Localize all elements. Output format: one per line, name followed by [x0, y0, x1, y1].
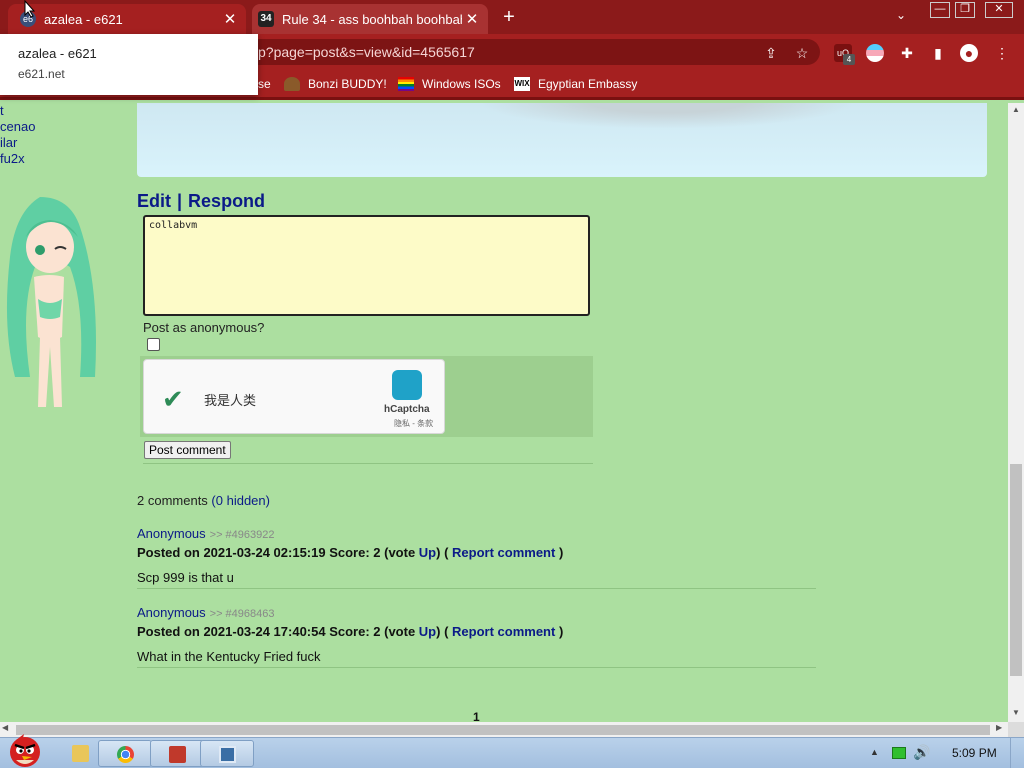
tag-link[interactable]: t	[0, 103, 35, 119]
comment-meta: Posted on 2021-03-24 02:15:19 Score: 2 (…	[137, 545, 564, 560]
comment-id[interactable]: >> #4963922	[210, 529, 275, 541]
show-desktop-button[interactable]	[1010, 738, 1024, 768]
close-icon[interactable]: ✕	[462, 10, 482, 28]
bookmark-star-icon[interactable]: ☆	[793, 44, 811, 62]
anonymous-checkbox[interactable]	[147, 338, 160, 351]
checkmark-icon[interactable]: ✔	[162, 384, 184, 415]
hidden-comments-link[interactable]: (0 hidden)	[211, 493, 270, 508]
hover-card-url: e621.net	[18, 67, 65, 81]
scrollbar-thumb[interactable]	[16, 725, 990, 735]
tag-link[interactable]: fu2x	[0, 151, 35, 167]
taskbar-clock[interactable]: 5:09 PM	[952, 746, 997, 760]
explorer-icon	[72, 745, 89, 762]
hcaptcha-widget[interactable]: ✔ 我是人类 hCaptcha 隐私 - 条款	[143, 359, 445, 434]
scroll-up-arrow-icon[interactable]: ▲	[1008, 103, 1024, 117]
taskbar: ▲ 🔊 5:09 PM	[0, 734, 1024, 768]
window-close-button[interactable]: ✕	[985, 2, 1013, 18]
extensions-puzzle-icon[interactable]: ✚	[898, 44, 916, 62]
bookmark-bonzi-buddy[interactable]: Bonzi BUDDY!	[284, 77, 387, 91]
scroll-down-arrow-icon[interactable]: ▼	[1008, 706, 1024, 720]
post-comment-button[interactable]: Post comment	[144, 441, 231, 459]
tag-link[interactable]: cenao	[0, 119, 35, 135]
comment-textarea[interactable]: collabvm	[143, 215, 590, 316]
taskbar-pdf-button[interactable]	[150, 740, 204, 767]
comment-body: What in the Kentucky Fried fuck	[137, 649, 321, 664]
comment-id[interactable]: >> #4968463	[210, 608, 275, 620]
respond-link[interactable]: Respond	[188, 191, 265, 211]
share-icon[interactable]: ⇪	[762, 44, 780, 62]
captcha-brand: hCaptcha	[384, 404, 430, 415]
show-hidden-icons-icon[interactable]: ▲	[870, 747, 879, 757]
bookmark-windows-isos[interactable]: Windows ISOs	[398, 77, 501, 91]
kebab-menu-icon[interactable]: ⋮	[993, 44, 1011, 62]
mouse-cursor-icon	[24, 0, 36, 18]
tab-rule34[interactable]: 34 Rule 34 - ass boohbah boohbah ✕	[252, 4, 488, 34]
tag-link[interactable]: ilar	[0, 135, 35, 151]
comment-author[interactable]: Anonymous	[137, 526, 206, 541]
report-comment-link[interactable]: Report comment	[452, 545, 555, 560]
bonzi-icon	[284, 77, 300, 91]
tab-hover-card: azalea - e621 e621.net	[0, 34, 258, 95]
comment-actions: Edit | Respond	[137, 191, 265, 212]
taskbar-chrome-button[interactable]	[98, 740, 152, 767]
scroll-right-arrow-icon[interactable]: ▶	[996, 723, 1002, 732]
bookmark-item[interactable]: se	[258, 77, 271, 91]
taskbar-vm-button[interactable]	[200, 740, 254, 767]
trans-flag-extension-icon[interactable]	[866, 44, 884, 62]
vm-icon	[219, 746, 236, 763]
report-comment-link[interactable]: Report comment	[452, 624, 555, 639]
captcha-privacy-terms[interactable]: 隐私 - 条款	[394, 418, 433, 429]
divider	[143, 463, 593, 464]
tab-search-icon[interactable]: ⌄	[896, 8, 906, 22]
side-panel-icon[interactable]: ▮	[929, 44, 947, 62]
vertical-scrollbar[interactable]: ▲ ▼	[1008, 103, 1024, 722]
page-content: t cenao ilar fu2x Edit | Respond collabvm …	[0, 103, 1008, 722]
comment-body: Scp 999 is that u	[137, 570, 234, 585]
comment-meta: Posted on 2021-03-24 17:40:54 Score: 2 (…	[137, 624, 564, 639]
scrollbar-thumb[interactable]	[1010, 464, 1022, 676]
tag-list: t cenao ilar fu2x	[0, 103, 35, 167]
tab-azalea[interactable]: e6 azalea - e621 ✕	[8, 4, 246, 34]
bookmark-egyptian-embassy[interactable]: WIX Egyptian Embassy	[514, 77, 637, 91]
minimize-button[interactable]: —	[930, 2, 950, 18]
volume-icon[interactable]: 🔊	[913, 744, 930, 761]
hcaptcha-logo-icon	[392, 370, 422, 400]
comment: Anonymous >> #4968463 Posted on 2021-03-2…	[137, 604, 816, 668]
extension-count-badge: 4	[843, 54, 855, 65]
edit-link[interactable]: Edit	[137, 191, 171, 211]
post-image[interactable]	[137, 103, 987, 177]
rainbow-flag-icon	[398, 77, 414, 91]
vote-up-link[interactable]: Up	[419, 624, 436, 639]
start-button-angry-bird-icon[interactable]	[2, 730, 48, 768]
anime-mascot-image	[6, 197, 97, 407]
separator: |	[177, 191, 183, 211]
captcha-label: 我是人类	[204, 393, 257, 408]
comment-count: 2 comments (0 hidden)	[137, 493, 270, 508]
maximize-button[interactable]: ❐	[955, 2, 975, 18]
network-icon[interactable]	[892, 747, 906, 759]
close-icon[interactable]: ✕	[220, 10, 240, 28]
chrome-icon	[117, 746, 134, 763]
browser-titlebar: e6 azalea - e621 ✕ 34 Rule 34 - ass booh…	[0, 0, 1024, 34]
horizontal-scrollbar[interactable]: ◀ ▶	[0, 722, 1008, 737]
tab-title: Rule 34 - ass boohbah boohbah	[282, 11, 462, 27]
profile-avatar-icon[interactable]: ●	[960, 44, 978, 62]
vote-up-link[interactable]: Up	[419, 545, 436, 560]
anonymous-label: Post as anonymous?	[143, 320, 265, 335]
tab-title: azalea - e621	[44, 11, 123, 27]
paginator-current-page[interactable]: 1	[473, 710, 480, 722]
wix-icon: WIX	[514, 77, 530, 91]
comment-author[interactable]: Anonymous	[137, 605, 206, 620]
comment: Anonymous >> #4963922 Posted on 2021-03-2…	[137, 525, 816, 589]
scrollbar-corner	[1008, 722, 1024, 737]
hover-card-title: azalea - e621	[18, 46, 97, 61]
new-tab-button[interactable]: +	[498, 6, 520, 28]
rule34-favicon-icon: 34	[258, 11, 274, 27]
pdf-icon	[169, 746, 186, 763]
